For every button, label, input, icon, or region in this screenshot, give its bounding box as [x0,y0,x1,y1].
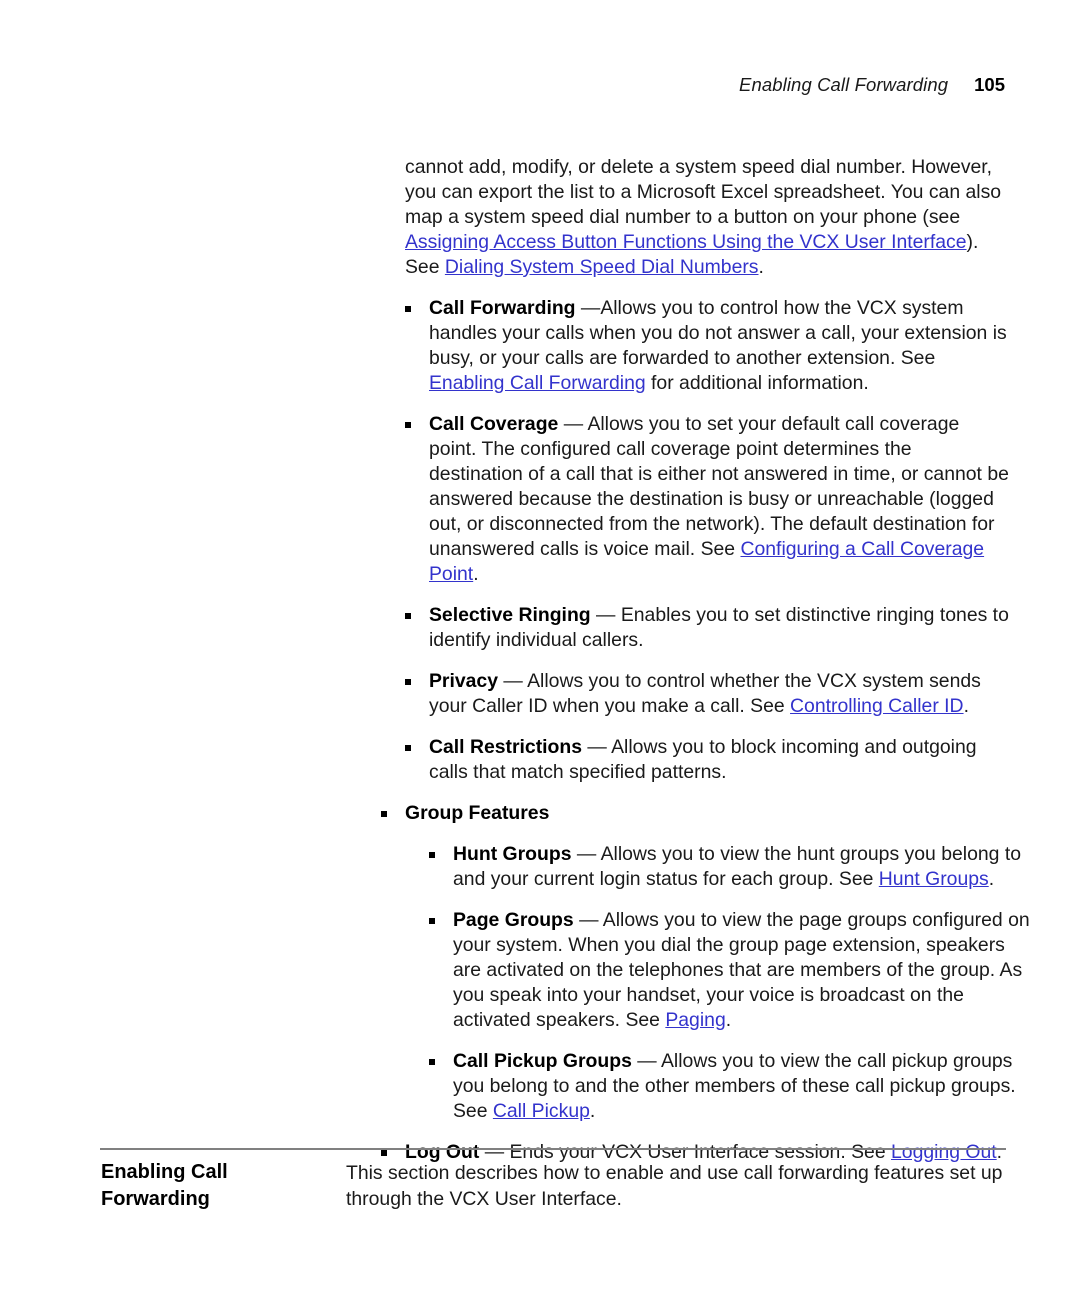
section-body-text: This section describes how to enable and… [346,1160,1008,1212]
bullet-dash: — [631,1050,661,1072]
bullet-text-after-link: . [988,868,995,890]
intro-text-part1: cannot add, modify, or delete a system s… [405,156,1002,228]
list-item-hunt-groups: Hunt Groups — Allows you to view the hun… [429,842,1034,892]
top-level-bullet-list: Group Features Hunt Groups — Allows you … [381,801,1030,1165]
section-divider-rule [100,1148,1006,1150]
square-bullet-icon [429,918,435,924]
list-item-call-forwarding: Call Forwarding —Allows you to control h… [405,296,1010,396]
bullet-dash: — [558,413,588,435]
list-item-group-features: Group Features Hunt Groups — Allows you … [381,801,1030,1124]
header-chapter-title: Enabling Call Forwarding [739,74,949,95]
intro-paragraph: cannot add, modify, or delete a system s… [405,155,1010,280]
body-text-column: cannot add, modify, or delete a system s… [381,155,1030,1165]
bullet-dash: — [582,736,612,758]
bullet-text-after-link: . [963,695,969,717]
bullet-term: Privacy [429,670,499,692]
section-heading-line-1: Enabling Call [101,1161,228,1183]
link-hunt-groups[interactable]: Hunt Groups [879,868,989,890]
group-features-sub-list: Hunt Groups — Allows you to view the hun… [429,842,1034,1124]
feature-bullet-list: Call Forwarding —Allows you to control h… [405,296,1010,785]
square-bullet-icon [405,745,411,751]
page-number: 105 [974,74,1005,95]
bullet-text-after-link: for additional information. [645,372,869,394]
link-assigning-access-button-functions[interactable]: Assigning Access Button Functions Using … [405,231,967,253]
bullet-term: Call Coverage [429,413,559,435]
square-bullet-icon [405,306,411,312]
square-bullet-icon [429,1059,435,1065]
bullet-term: Page Groups [453,909,574,931]
intro-text-part3: . [758,256,764,278]
bullet-term: Call Pickup Groups [453,1050,632,1072]
section-paragraph: This section describes how to enable and… [346,1162,1003,1210]
square-bullet-icon [405,679,411,685]
bullet-term: Call Forwarding [429,297,576,319]
running-header: Enabling Call Forwarding 105 [739,74,1005,96]
bullet-text-after-link: . [725,1009,732,1031]
bullet-term: Hunt Groups [453,843,572,865]
link-enabling-call-forwarding[interactable]: Enabling Call Forwarding [429,372,646,394]
link-paging[interactable]: Paging [665,1009,725,1031]
square-bullet-icon [381,811,387,817]
bullet-term: Group Features [405,802,550,824]
bullet-dash: — [571,843,601,865]
square-bullet-icon [405,422,411,428]
bullet-term: Selective Ringing [429,604,591,626]
bullet-term: Call Restrictions [429,736,583,758]
list-item-call-pickup-groups: Call Pickup Groups — Allows you to view … [429,1049,1034,1124]
square-bullet-icon [429,852,435,858]
bullet-dash: — [498,670,528,692]
list-item-call-restrictions: Call Restrictions — Allows you to block … [405,735,1010,785]
bullet-dash: — [590,604,621,626]
list-item-privacy: Privacy — Allows you to control whether … [405,669,1010,719]
section-heading: Enabling Call Forwarding [101,1159,351,1213]
section-heading-line-2: Forwarding [101,1188,210,1210]
link-dialing-system-speed-dial-numbers[interactable]: Dialing System Speed Dial Numbers [445,256,759,278]
square-bullet-icon [381,1150,387,1156]
link-call-pickup[interactable]: Call Pickup [493,1100,590,1122]
bullet-text-after-link: . [589,1100,596,1122]
square-bullet-icon [405,613,411,619]
list-item-call-coverage: Call Coverage — Allows you to set your d… [405,412,1010,587]
list-item-page-groups: Page Groups — Allows you to view the pag… [429,908,1034,1033]
bullet-dash: — [573,909,603,931]
list-item-selective-ringing: Selective Ringing — Enables you to set d… [405,603,1010,653]
bullet-text-after-link: . [473,563,479,585]
bullet-dash: — [575,297,601,319]
link-controlling-caller-id[interactable]: Controlling Caller ID [790,695,964,717]
